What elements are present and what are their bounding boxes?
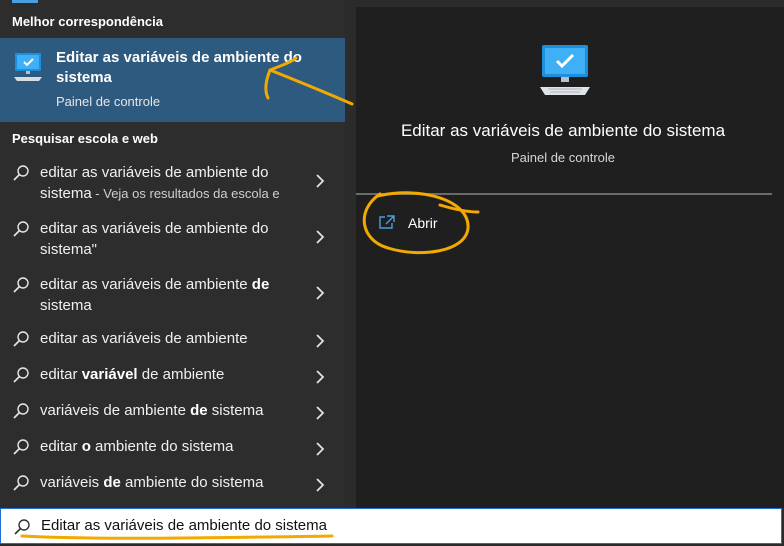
- web-suggestion-label: editar as variáveis de ambiente de siste…: [40, 276, 270, 314]
- web-suggestion-label: editar as variáveis de ambiente: [40, 330, 248, 347]
- web-suggestion-label: editar as variáveis de ambiente do siste…: [40, 220, 269, 258]
- web-suggestion-label: variáveis de ambiente do sistema: [40, 474, 264, 491]
- web-search-header: Pesquisar escola e web: [12, 131, 158, 146]
- web-suggestion-item[interactable]: editar as variáveis de ambiente de siste…: [0, 270, 345, 318]
- preview-panel: Editar as variáveis de ambiente do siste…: [356, 7, 784, 508]
- web-suggestion-label: editar variável de ambiente: [40, 366, 225, 383]
- web-suggestion-item[interactable]: editar as variáveis de ambiente: [0, 324, 345, 358]
- active-tab-indicator: [12, 0, 38, 3]
- web-suggestion-item[interactable]: editar variável de ambiente: [0, 360, 345, 394]
- chevron-right-icon[interactable]: [315, 370, 325, 384]
- preview-divider: [356, 193, 772, 195]
- preview-title: Editar as variáveis de ambiente do siste…: [400, 121, 726, 140]
- results-panel: Melhor correspondência Editar as variáve…: [0, 0, 345, 508]
- search-icon: [14, 519, 30, 535]
- chevron-right-icon[interactable]: [315, 230, 325, 244]
- search-box[interactable]: [0, 508, 782, 544]
- chevron-right-icon[interactable]: [315, 406, 325, 420]
- system-computer-icon: [540, 45, 590, 95]
- search-icon: [13, 331, 29, 347]
- best-match-header: Melhor correspondência: [12, 14, 163, 29]
- web-suggestion-label: editar o ambiente do sistema: [40, 438, 234, 455]
- chevron-right-icon[interactable]: [315, 174, 325, 188]
- preview-subtitle: Painel de controle: [510, 150, 616, 165]
- chevron-right-icon[interactable]: [315, 442, 325, 456]
- web-suggestion-item[interactable]: editar as variáveis de ambiente do siste…: [0, 214, 345, 262]
- chevron-right-icon[interactable]: [315, 478, 325, 492]
- search-icon: [13, 277, 29, 293]
- search-input[interactable]: [41, 509, 741, 543]
- web-suggestion-label: variáveis de ambiente de sistema: [40, 402, 264, 419]
- best-match-result[interactable]: Editar as variáveis de ambiente do siste…: [0, 38, 345, 122]
- search-icon: [13, 165, 29, 181]
- search-icon: [13, 403, 29, 419]
- open-action-label: Abrir: [408, 215, 438, 231]
- chevron-right-icon[interactable]: [315, 286, 325, 300]
- system-computer-icon: [14, 53, 42, 81]
- web-suggestion-item[interactable]: variáveis de ambiente de sistema: [0, 396, 345, 430]
- web-suggestion-item[interactable]: editar o ambiente do sistema: [0, 432, 345, 466]
- open-external-icon: [379, 215, 395, 229]
- best-match-title: Editar as variáveis de ambiente do siste…: [56, 49, 302, 86]
- search-icon: [13, 439, 29, 455]
- search-icon: [13, 475, 29, 491]
- web-suggestion-item[interactable]: variáveis de ambiente do sistema: [0, 468, 345, 502]
- open-action[interactable]: Abrir: [376, 212, 466, 238]
- search-icon: [13, 221, 29, 237]
- search-icon: [13, 367, 29, 383]
- best-match-subtitle: Painel de controle: [56, 94, 161, 109]
- web-suggestion-label: editar as variáveis de ambiente do siste…: [40, 164, 280, 202]
- chevron-right-icon[interactable]: [315, 334, 325, 348]
- web-suggestion-item[interactable]: editar as variáveis de ambiente do siste…: [0, 158, 345, 206]
